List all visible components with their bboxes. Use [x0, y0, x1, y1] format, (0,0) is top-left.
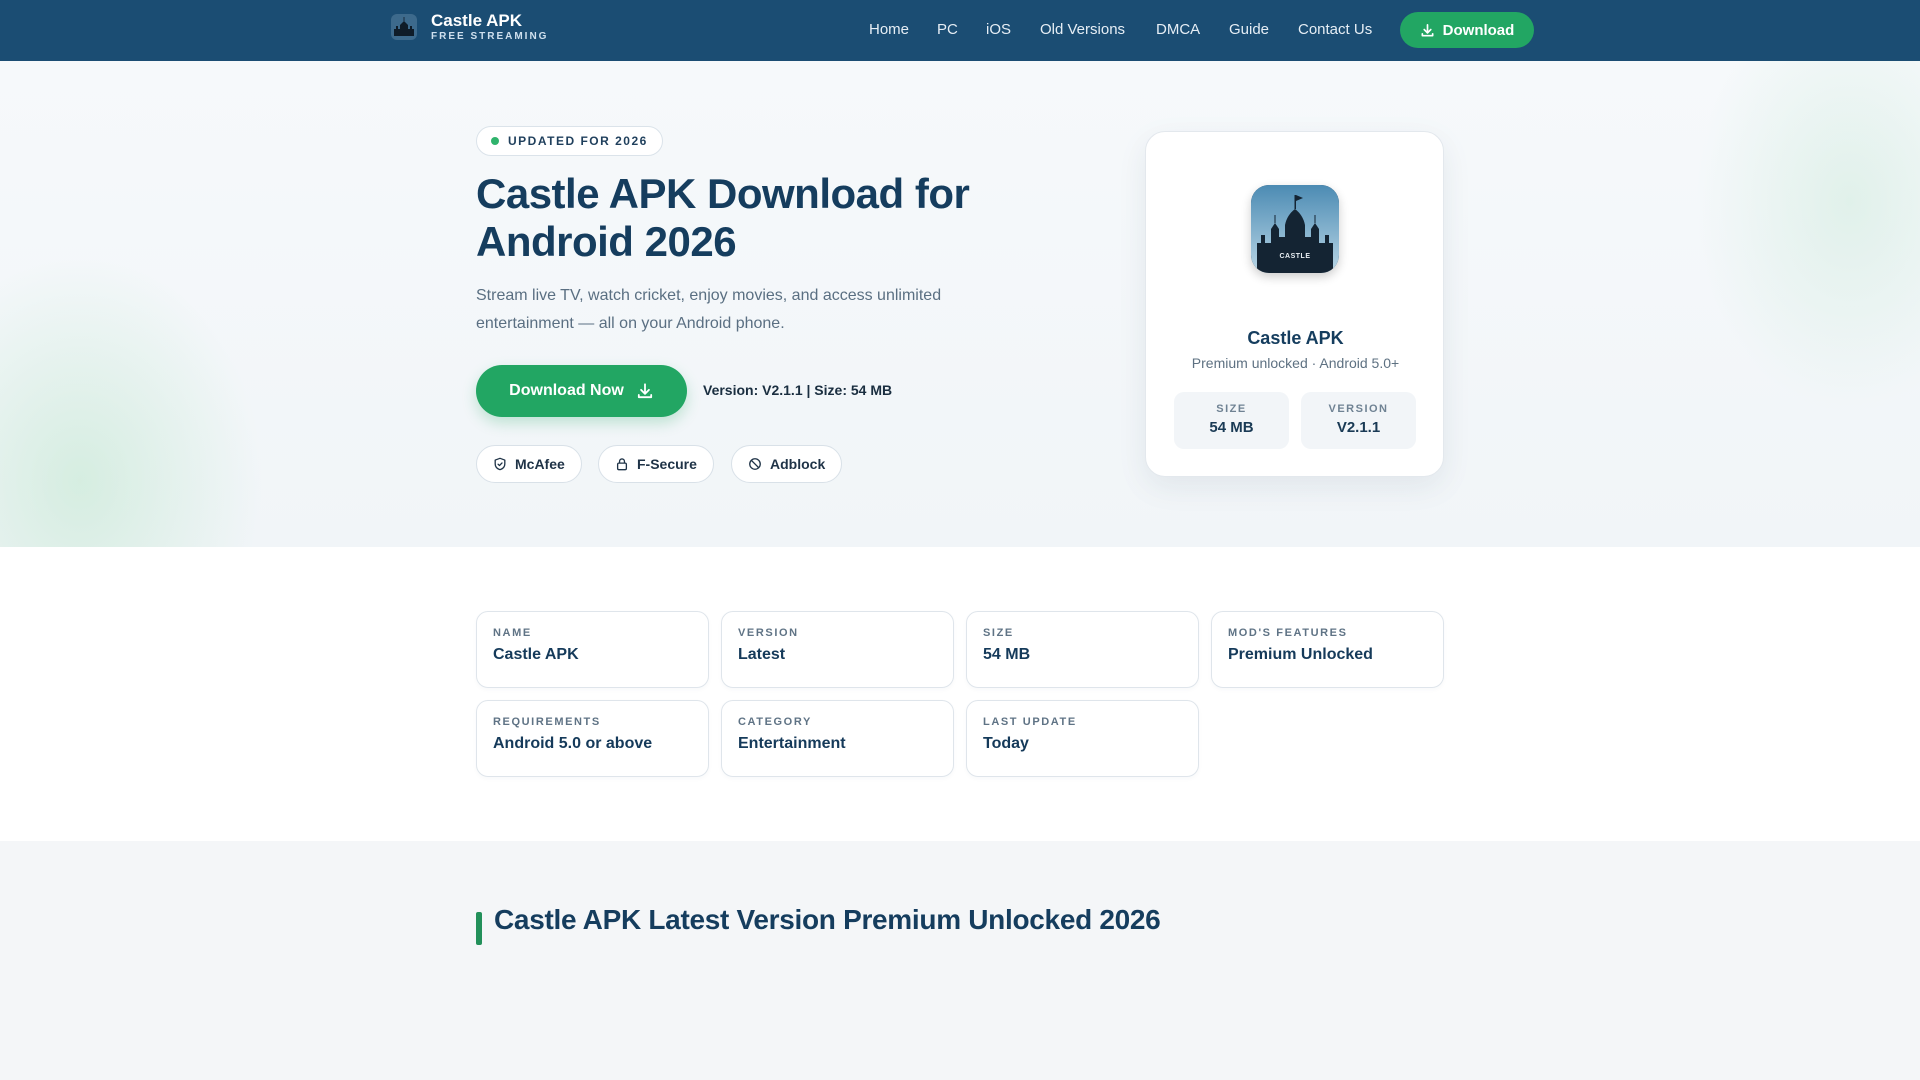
section-accent-bar	[476, 912, 482, 945]
page-title: Castle APK Download for Android 2026	[476, 170, 970, 265]
info-tile-category: CATEGORY Entertainment	[721, 700, 954, 777]
nav-links: Home PC iOS Old Versions DMCA Guide Cont…	[0, 0, 1920, 61]
nav-link-ios[interactable]: iOS	[986, 21, 1011, 39]
app-icon-caption: CASTLE	[1279, 253, 1311, 260]
tile-value: Latest	[738, 646, 786, 663]
tile-value: Castle APK	[493, 646, 579, 663]
stat-label: SIZE	[1216, 403, 1247, 415]
status-dot-icon	[491, 137, 499, 145]
nav-link-home[interactable]: Home	[869, 21, 909, 39]
adblock-chip[interactable]: Adblock	[731, 445, 843, 483]
mcafee-chip[interactable]: McAfee	[476, 445, 582, 483]
chip-label: Adblock	[770, 456, 826, 472]
castle-app-icon: CASTLE	[1251, 185, 1339, 273]
updated-badge: UPDATED FOR 2026	[476, 126, 663, 156]
nav-download-button[interactable]: Download	[1400, 12, 1534, 48]
version-stat: VERSION V2.1.1	[1301, 392, 1416, 449]
download-now-label: Download Now	[509, 382, 624, 399]
tile-label: MOD'S FEATURES	[1228, 627, 1348, 639]
size-stat: SIZE 54 MB	[1174, 392, 1289, 449]
app-card: CASTLE Castle APK Premium unlocked · And…	[1145, 131, 1444, 477]
lock-icon	[616, 458, 628, 471]
nav-link-old-versions[interactable]: Old Versions	[1040, 21, 1125, 39]
f-secure-chip[interactable]: F-Secure	[598, 445, 714, 483]
app-subtitle: Premium unlocked · Android 5.0+	[1191, 355, 1400, 371]
content-section	[0, 841, 1920, 1080]
tile-value: Android 5.0 or above	[493, 735, 653, 752]
tile-value: Entertainment	[738, 735, 846, 752]
nav-link-pc[interactable]: PC	[937, 21, 958, 39]
version-size-meta: Version: V2.1.1 | Size: 54 MB	[703, 382, 893, 398]
info-tile-version: VERSION Latest	[721, 611, 954, 688]
section-heading: Castle APK Latest Version Premium Unlock…	[494, 904, 1161, 935]
info-tile-requirements: REQUIREMENTS Android 5.0 or above	[476, 700, 709, 777]
tile-label: CATEGORY	[738, 716, 812, 728]
tile-label: VERSION	[738, 627, 799, 639]
tile-label: REQUIREMENTS	[493, 716, 601, 728]
info-tile-mod-features: MOD'S FEATURES Premium Unlocked	[1211, 611, 1444, 688]
download-now-button[interactable]: Download Now	[476, 365, 687, 417]
hero-description: Stream live TV, watch cricket, enjoy mov…	[476, 287, 942, 332]
tile-label: LAST UPDATE	[983, 716, 1077, 728]
tile-label: NAME	[493, 627, 532, 639]
stat-value: 54 MB	[1209, 419, 1254, 436]
info-tile-size: SIZE 54 MB	[966, 611, 1199, 688]
tile-label: SIZE	[983, 627, 1014, 639]
app-info-section	[0, 547, 1920, 841]
app-name: Castle APK	[1247, 328, 1344, 348]
shield-icon	[494, 457, 506, 471]
download-icon	[637, 383, 652, 399]
info-tile-name: NAME Castle APK	[476, 611, 709, 688]
top-navbar: Castle APK FREE STREAMING Home PC iOS Ol…	[0, 0, 1920, 61]
nav-download-label: Download	[1442, 21, 1515, 39]
stat-value: V2.1.1	[1336, 419, 1381, 436]
chip-label: F-Secure	[637, 456, 697, 472]
stat-label: VERSION	[1328, 403, 1389, 415]
nav-link-contact-us[interactable]: Contact Us	[1298, 21, 1372, 39]
tile-value: Today	[983, 735, 1029, 752]
download-icon	[1421, 23, 1434, 36]
chip-label: McAfee	[515, 456, 565, 472]
nav-link-guide[interactable]: Guide	[1229, 21, 1269, 39]
updated-badge-label: UPDATED FOR 2026	[508, 134, 648, 148]
info-tile-last-update: LAST UPDATE Today	[966, 700, 1199, 777]
tile-value: Premium Unlocked	[1228, 646, 1373, 663]
nav-link-dmca[interactable]: DMCA	[1156, 21, 1200, 39]
tile-value: 54 MB	[983, 646, 1031, 663]
block-icon	[749, 458, 761, 470]
